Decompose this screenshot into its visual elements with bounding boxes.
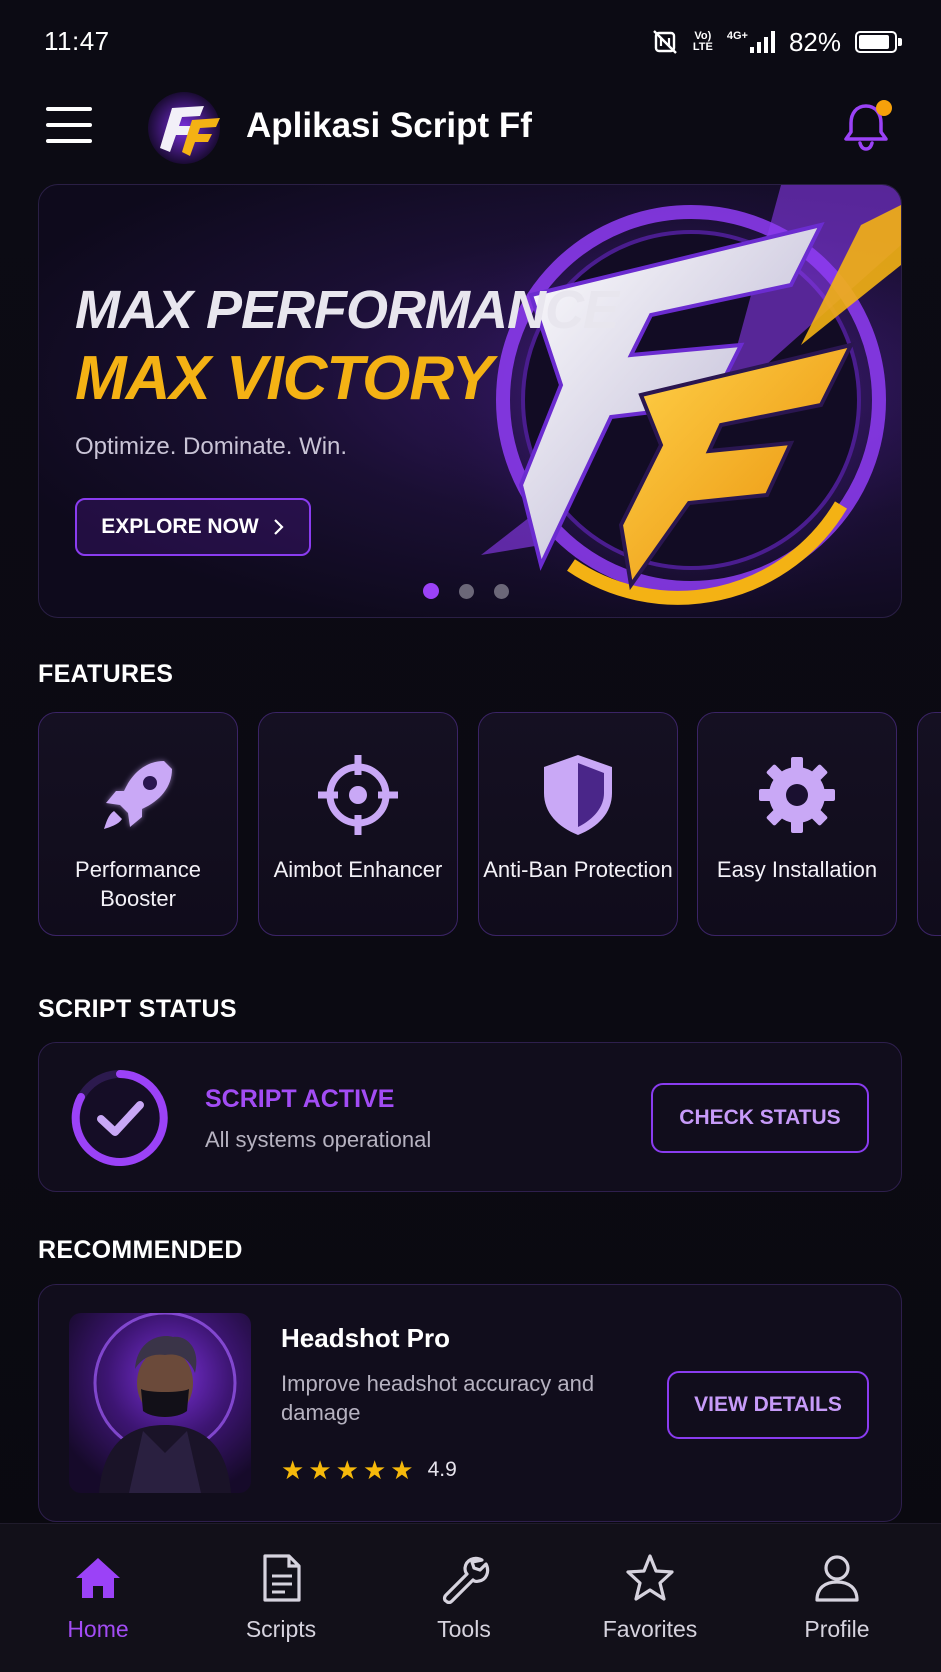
feature-card-anti-ban-protection[interactable]: Anti-Ban Protection: [478, 712, 678, 936]
explore-now-label: EXPLORE NOW: [101, 515, 259, 538]
check-circle-icon: [71, 1070, 168, 1166]
carousel-dot-active[interactable]: [423, 583, 439, 599]
features-carousel[interactable]: Performance Booster Aimbot Enhancer Anti…: [38, 712, 941, 936]
nfc-off-icon: [653, 30, 677, 54]
chevron-right-icon: [273, 519, 284, 535]
bottom-navigation: Home Scripts Tools Favorites Profile: [0, 1523, 941, 1672]
signal-bars-icon: [749, 31, 775, 53]
network-type: 4G+: [726, 30, 748, 42]
star-icon: ★: [281, 1455, 305, 1485]
nav-scripts[interactable]: Scripts: [201, 1524, 361, 1672]
feature-card-partial[interactable]: [917, 712, 941, 936]
script-status-heading: SCRIPT STATUS: [38, 995, 237, 1023]
app-bar: Aplikasi Script Ff: [0, 86, 941, 180]
star-icon: [626, 1554, 674, 1601]
app-screen: 11:47 Vo) LTE 4G+ 82% Aplikasi Script Ff…: [0, 0, 941, 1672]
feature-label: Easy Installation: [716, 857, 878, 882]
rating: ★ ★ ★ ★ ★ 4.9: [281, 1457, 457, 1483]
gear-icon: [759, 757, 835, 833]
hero-headline: MAX PERFORMANCE: [75, 280, 619, 340]
view-details-button[interactable]: VIEW DETAILS: [667, 1371, 869, 1439]
nav-label: Scripts: [245, 1616, 317, 1642]
nav-label: Profile: [804, 1616, 870, 1642]
recommended-heading: RECOMMENDED: [38, 1236, 243, 1264]
hero-headline-accent: MAX VICTORY: [75, 344, 493, 413]
script-status-card: SCRIPT ACTIVE All systems operational CH…: [38, 1042, 902, 1192]
status-bar: 11:47 Vo) LTE 4G+ 82%: [0, 0, 941, 86]
crosshair-icon: [318, 755, 398, 835]
feature-card-easy-installation[interactable]: Easy Installation: [697, 712, 897, 936]
check-status-button[interactable]: CHECK STATUS: [651, 1083, 869, 1153]
shield-icon: [544, 755, 612, 835]
user-icon: [815, 1555, 859, 1602]
recommended-name: Headshot Pro: [281, 1323, 451, 1353]
recommended-card[interactable]: Headshot Pro Improve headshot accuracy a…: [38, 1284, 902, 1522]
wrench-icon: [442, 1556, 490, 1604]
hero-banner[interactable]: MAX PERFORMANCE MAX VICTORY Optimize. Do…: [38, 184, 902, 618]
status-icons: Vo) LTE 4G+ 82%: [651, 24, 902, 60]
app-title: Aplikasi Script Ff: [246, 106, 532, 145]
character-image: [93, 1313, 237, 1493]
document-icon: [263, 1554, 301, 1602]
feature-label: Performance Booster: [75, 857, 201, 911]
battery-icon: [855, 31, 902, 53]
signal-indicator: 4G+: [727, 31, 775, 53]
carousel-dot[interactable]: [459, 583, 474, 599]
battery-percent: 82%: [788, 26, 841, 57]
nav-favorites[interactable]: Favorites: [570, 1524, 730, 1672]
nav-home[interactable]: Home: [18, 1524, 178, 1672]
ff-emblem-art: [421, 185, 901, 617]
nav-label: Home: [67, 1616, 129, 1642]
star-icon: ★: [362, 1455, 387, 1485]
script-state: SCRIPT ACTIVE: [205, 1085, 395, 1113]
star-icon: ★: [335, 1455, 359, 1485]
app-logo-icon: [148, 92, 220, 164]
clock: 11:47: [44, 26, 110, 56]
recommended-description: Improve headshot accuracy and damage: [281, 1371, 595, 1425]
feature-label: Aimbot Enhancer: [273, 857, 443, 882]
carousel-indicator: [423, 583, 509, 599]
home-icon: [76, 1558, 120, 1598]
nav-label: Favorites: [602, 1616, 698, 1642]
star-icon: ★: [308, 1455, 332, 1485]
rating-value: 4.9: [427, 1458, 457, 1481]
menu-button[interactable]: [46, 105, 92, 145]
hero-subtitle: Optimize. Dominate. Win.: [75, 433, 348, 460]
script-state-description: All systems operational: [205, 1127, 432, 1152]
feature-card-aimbot-enhancer[interactable]: Aimbot Enhancer: [258, 712, 458, 936]
feature-card-performance-booster[interactable]: Performance Booster: [38, 712, 238, 936]
notification-dot: [876, 100, 892, 116]
volte-indicator: Vo) LTE: [693, 31, 713, 53]
rocket-icon: [104, 761, 172, 829]
nav-profile[interactable]: Profile: [757, 1524, 917, 1672]
carousel-dot[interactable]: [494, 583, 509, 599]
lte-label: LTE: [692, 41, 713, 53]
explore-now-button[interactable]: EXPLORE NOW: [75, 498, 311, 556]
features-heading: FEATURES: [38, 660, 174, 688]
headshot-pro-thumbnail: [69, 1313, 251, 1493]
feature-label: Anti-Ban Protection: [483, 857, 673, 882]
star-icon: ★: [390, 1455, 414, 1485]
bell-icon[interactable]: [838, 98, 894, 154]
nav-tools[interactable]: Tools: [384, 1524, 544, 1672]
nav-label: Tools: [437, 1616, 491, 1642]
